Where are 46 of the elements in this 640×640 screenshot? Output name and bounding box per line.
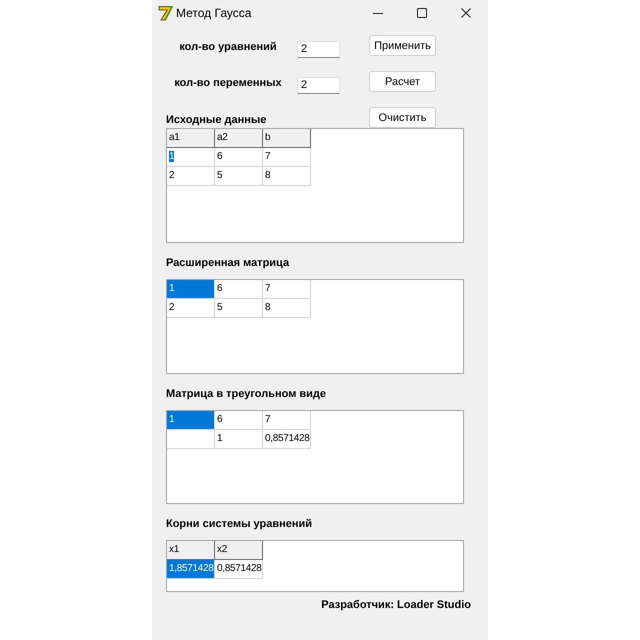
app-icon	[158, 5, 174, 21]
column-header: a1	[167, 129, 215, 148]
field-label: кол-во уравнений	[179, 40, 277, 54]
table-cell[interactable]: 1	[215, 430, 263, 449]
input-field[interactable]: 2	[297, 77, 340, 94]
input-field[interactable]: 2	[297, 41, 340, 58]
column-header: x2	[215, 541, 263, 560]
section-heading: Матрица в треугольном виде	[166, 387, 326, 402]
table-cell[interactable]: 0,8571428	[263, 430, 311, 449]
field-label: кол-во переменных	[174, 76, 282, 90]
section-heading: Исходные данные	[166, 113, 266, 128]
column-header: b	[263, 129, 311, 148]
section-heading: Расширенная матрица	[166, 256, 290, 271]
table-cell[interactable]: 6	[215, 411, 263, 430]
data-grid[interactable]: a1 a2 b 1 6 7 2 5 8	[166, 128, 464, 243]
table-cell[interactable]: 6	[215, 280, 263, 299]
table-cell[interactable]: 5	[215, 299, 263, 318]
table-cell[interactable]: 7	[263, 148, 311, 167]
window-title: Метод Гаусса	[176, 5, 252, 21]
table-cell[interactable]: 7	[263, 411, 311, 430]
table-cell[interactable]: 2	[167, 299, 215, 318]
table-cell[interactable]: 5	[215, 167, 263, 186]
data-grid[interactable]: 1 6 7 2 5 8	[166, 279, 464, 374]
maximize-icon	[417, 8, 427, 18]
data-grid[interactable]: x1 x2 1,8571428 0,8571428	[166, 540, 464, 592]
table-cell[interactable]: 1	[167, 280, 215, 299]
table-cell[interactable]: 6	[215, 148, 263, 167]
minimize-icon	[373, 12, 383, 14]
developer-credit: Разработчик: Loader Studio	[321, 598, 471, 613]
close-icon	[461, 8, 471, 18]
calculate-button[interactable]: Расчет	[369, 71, 436, 92]
column-header: a2	[215, 129, 263, 148]
table-cell[interactable]: 1	[167, 411, 215, 430]
table-cell[interactable]: 2	[167, 167, 215, 186]
table-cell[interactable]: 1,8571428	[167, 560, 215, 579]
table-cell[interactable]: 8	[263, 299, 311, 318]
table-cell[interactable]: 0,8571428	[215, 560, 263, 579]
table-cell[interactable]	[167, 430, 215, 449]
section-heading: Корни системы уравнений	[166, 517, 312, 532]
table-cell[interactable]: 8	[263, 167, 311, 186]
table-cell[interactable]: 1	[167, 148, 215, 167]
clear-button[interactable]: Очистить	[369, 107, 436, 128]
data-grid[interactable]: 1 6 7 1 0,8571428	[166, 410, 464, 504]
apply-button[interactable]: Применить	[369, 35, 436, 56]
column-header: x1	[167, 541, 215, 560]
table-cell[interactable]: 7	[263, 280, 311, 299]
